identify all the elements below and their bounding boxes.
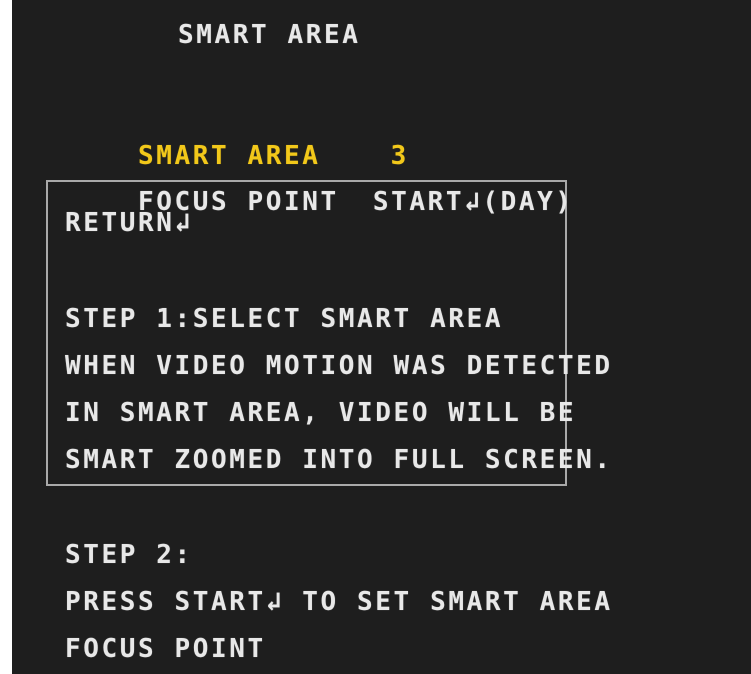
step1-line-1: WHEN VIDEO MOTION WAS DETECTED [65,351,613,381]
step1-line-2: IN SMART AREA, VIDEO WILL BE [65,398,577,428]
step1-heading: STEP 1:SELECT SMART AREA [65,304,504,334]
step2-heading: STEP 2: [65,540,193,570]
focus-point-start[interactable]: START↲ [373,187,483,217]
return-item[interactable]: RETURN↲ [65,210,193,236]
osd-screen: SMART AREA SMART AREA 3 FOCUS POINT START↲… [12,0,751,674]
step2-line-1: PRESS START↲ TO SET SMART AREA [65,587,613,617]
step1-line-3: SMART ZOOMED INTO FULL SCREEN. [65,445,613,475]
focus-point-mode: (DAY) [482,187,574,217]
menu-title: SMART AREA [178,20,361,50]
step2-line-2: FOCUS POINT [65,634,266,664]
